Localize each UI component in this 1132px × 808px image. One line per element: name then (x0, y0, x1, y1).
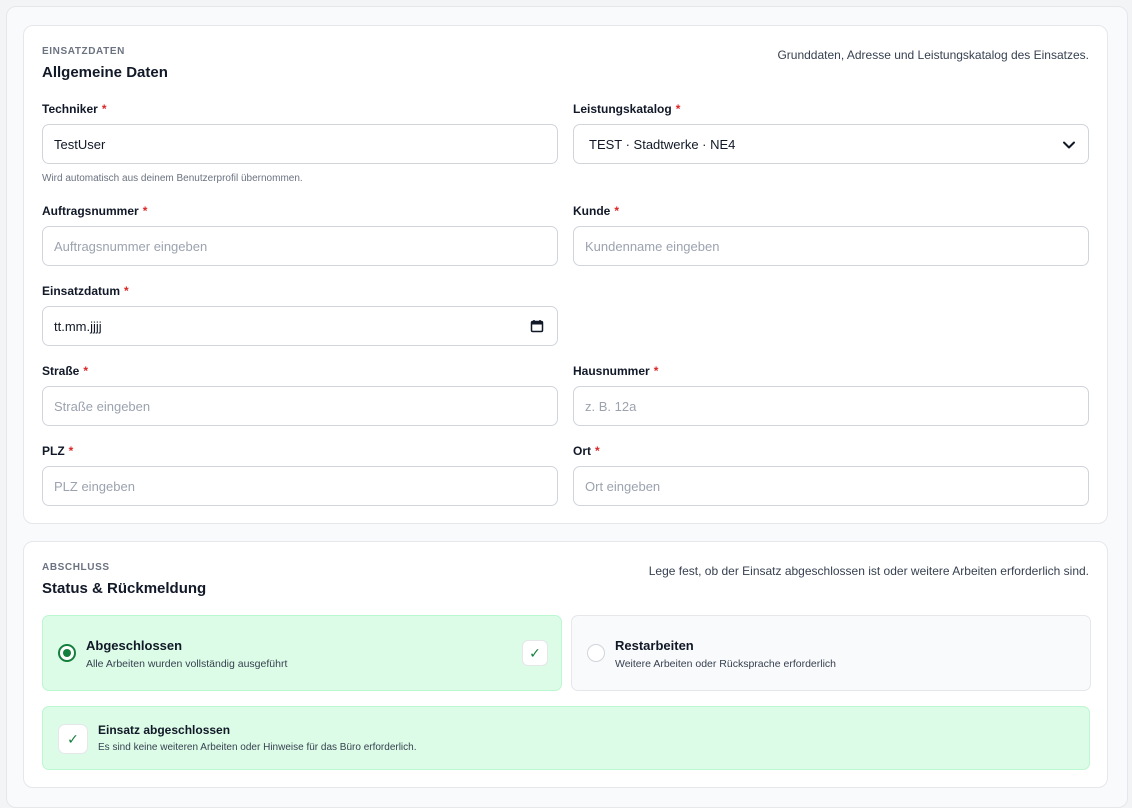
section-eyebrow: EINSATZDATEN (42, 46, 125, 57)
street-label: Straße * (42, 364, 89, 378)
radio-selected[interactable] (58, 644, 76, 662)
required-marker: * (101, 102, 107, 116)
section-eyebrow: ABSCHLUSS (42, 562, 110, 573)
option-subtitle: Weitere Arbeiten oder Rücksprache erford… (615, 658, 836, 670)
order-number-input[interactable]: Auftragsnummer eingeben (42, 226, 558, 266)
section-title: Allgemeine Daten (42, 64, 168, 81)
catalog-selected-value: TEST · Stadtwerke · NE4 (589, 136, 736, 152)
city-placeholder: Ort eingeben (585, 478, 661, 494)
radio-unselected[interactable] (587, 644, 605, 662)
house-number-input[interactable]: z. B. 12a (573, 386, 1089, 426)
required-marker: * (675, 102, 681, 116)
status-option-completed[interactable]: Abgeschlossen Alle Arbeiten wurden volls… (42, 615, 562, 691)
section-title: Status & Rückmeldung (42, 580, 207, 597)
status-card: ABSCHLUSS Status & Rückmeldung Lege fest… (23, 541, 1108, 788)
city-label: Ort * (573, 444, 600, 458)
date-placeholder: tt.mm.jjjj (54, 318, 102, 334)
required-marker: * (142, 204, 148, 218)
section-description: Grunddaten, Adresse und Leistungskatalog… (777, 48, 1089, 62)
city-input[interactable]: Ort eingeben (573, 466, 1089, 506)
required-marker: * (595, 444, 600, 458)
chevron-down-icon[interactable] (1062, 138, 1076, 155)
required-marker: * (83, 364, 89, 378)
required-marker: * (653, 364, 659, 378)
option-title: Restarbeiten (615, 638, 694, 653)
street-placeholder: Straße eingeben (54, 398, 151, 414)
technician-hint: Wird automatisch aus deinem Benutzerprof… (42, 173, 303, 184)
status-option-remaining-work[interactable]: Restarbeiten Weitere Arbeiten oder Rücks… (571, 615, 1091, 691)
house-number-label: Hausnummer * (573, 364, 659, 378)
customer-placeholder: Kundenname eingeben (585, 238, 720, 254)
date-input[interactable]: tt.mm.jjjj (42, 306, 558, 346)
option-title: Abgeschlossen (86, 638, 183, 653)
order-number-label: Auftragsnummer * (42, 204, 148, 218)
general-data-card: EINSATZDATEN Allgemeine Daten Grunddaten… (23, 25, 1108, 524)
required-marker: * (124, 284, 129, 298)
zip-label: PLZ * (42, 444, 74, 458)
technician-label: Techniker * (42, 102, 107, 116)
check-icon: ✓ (58, 724, 88, 754)
order-number-placeholder: Auftragsnummer eingeben (54, 238, 208, 254)
customer-label: Kunde * (573, 204, 620, 218)
street-input[interactable]: Straße eingeben (42, 386, 558, 426)
house-number-placeholder: z. B. 12a (585, 398, 637, 414)
completion-banner: ✓ Einsatz abgeschlossen Es sind keine we… (42, 706, 1090, 770)
required-marker: * (68, 444, 74, 458)
customer-input[interactable]: Kundenname eingeben (573, 226, 1089, 266)
required-marker: * (614, 204, 620, 218)
catalog-select[interactable]: TEST · Stadtwerke · NE4 (573, 124, 1089, 164)
banner-subtitle: Es sind keine weiteren Arbeiten oder Hin… (98, 742, 417, 753)
technician-value: TestUser (54, 136, 106, 152)
date-label: Einsatzdatum * (42, 284, 129, 298)
catalog-label: Leistungskatalog * (573, 102, 681, 116)
zip-placeholder: PLZ eingeben (54, 478, 135, 494)
section-description: Lege fest, ob der Einsatz abgeschlossen … (648, 564, 1089, 578)
technician-input[interactable]: TestUser (42, 124, 558, 164)
banner-title: Einsatz abgeschlossen (98, 723, 231, 737)
calendar-icon[interactable] (530, 319, 544, 336)
option-subtitle: Alle Arbeiten wurden vollständig ausgefü… (86, 658, 288, 670)
zip-input[interactable]: PLZ eingeben (42, 466, 558, 506)
check-icon: ✓ (522, 640, 548, 666)
